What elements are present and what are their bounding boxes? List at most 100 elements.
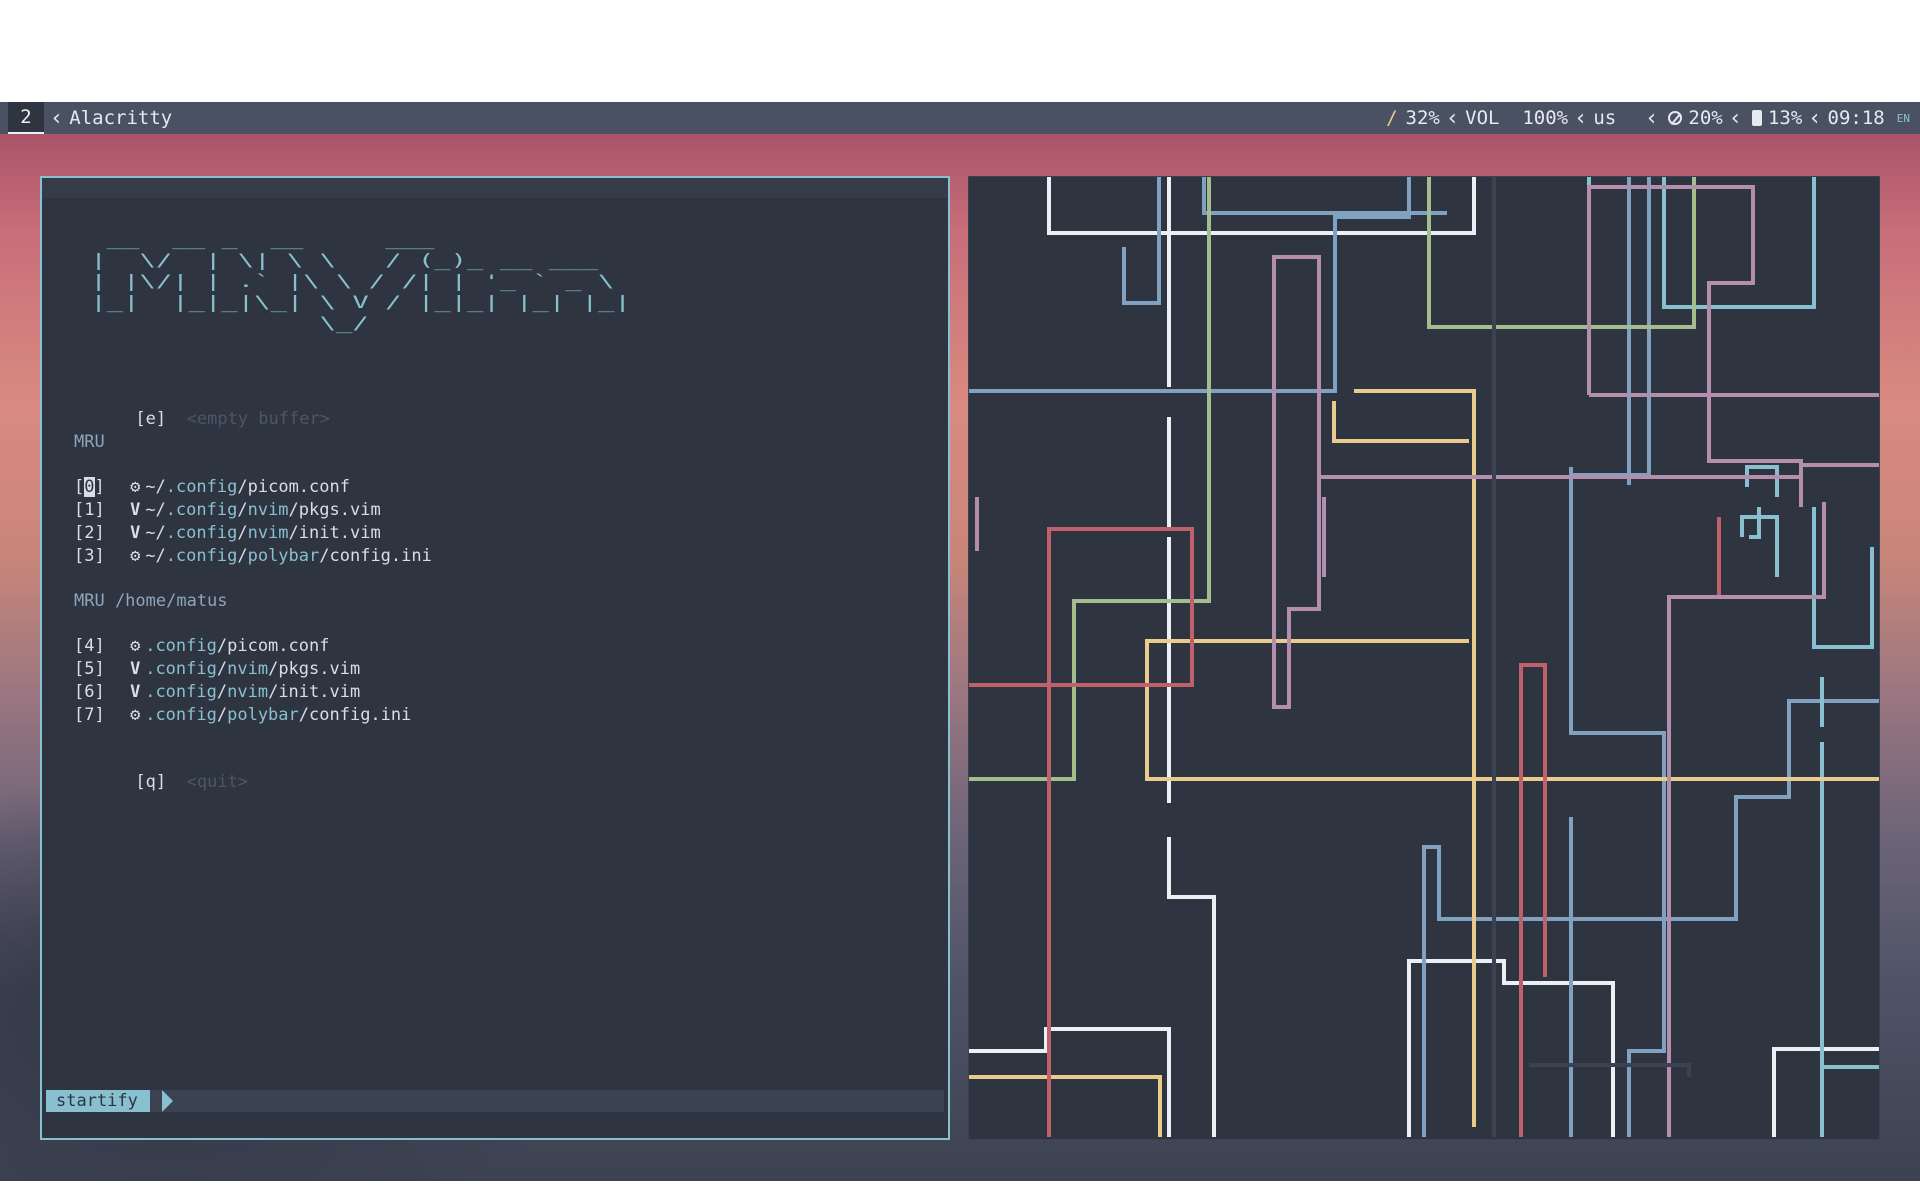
nvim-statusline: startify (46, 1090, 944, 1112)
path-dir: polybar (247, 546, 320, 566)
pipe-red (1492, 517, 1721, 1137)
mru-home-header: MRU /home/matus (74, 591, 228, 611)
chevron-left-icon: ‹ (50, 105, 64, 131)
gear-icon: ⚙ (130, 546, 141, 566)
cpu-icon: / (1386, 107, 1398, 129)
item-key: [6] (74, 682, 105, 702)
home-item-5[interactable]: [5] V .config/nvim/pkgs.vim (74, 658, 360, 680)
polybar-top: 2 ‹ Alacritty / 32% ‹ VOL 100% ‹ us ‹ 20… (0, 102, 1920, 134)
pipe-yellow (969, 1075, 1162, 1137)
pipe-blue (969, 177, 1411, 393)
path-file: init.vim (298, 523, 381, 543)
text-cursor: 0 (84, 477, 95, 497)
pipe-cyan (1820, 677, 1879, 1137)
item-key: [1] (74, 500, 105, 520)
path-dir: nvim (227, 659, 269, 679)
path-dir: .config (145, 682, 217, 702)
nvim-ascii-logo: __ __ _ __ ___ | \/ | \| \ \ / (_)_ __ _… (90, 230, 631, 334)
path-dir: .config (165, 477, 238, 497)
home-item-4[interactable]: [4] ⚙ .config/picom.conf (74, 635, 329, 657)
chevron-left-icon: ‹ (1445, 105, 1460, 131)
path-file: pkgs.vim (278, 659, 361, 679)
mode-indicator: startify (46, 1090, 150, 1112)
vim-icon: V (130, 500, 141, 520)
path-dir: .config (145, 659, 217, 679)
gear-icon: ⚙ (130, 705, 141, 725)
startify-quit[interactable]: [q] <quit> (74, 749, 248, 792)
path-file: init.vim (278, 682, 361, 702)
mode-separator-arrow (162, 1090, 173, 1112)
path-sep: / (237, 477, 248, 497)
desktop-screen: 2 ‹ Alacritty / 32% ‹ VOL 100% ‹ us ‹ 20… (0, 102, 1920, 1182)
path-dir: .config (165, 500, 238, 520)
path-file: config.ini (309, 705, 412, 725)
path-prefix: ~/ (145, 523, 166, 543)
empty-buffer-key: [e] (135, 409, 167, 429)
mru-item-1[interactable]: [1] V ~/.config/nvim/pkgs.vim (74, 499, 381, 521)
pipe-white (1407, 959, 1615, 1137)
key-bracket: [ (74, 477, 85, 497)
workspace-indicator[interactable]: 2 (8, 102, 44, 134)
volume-value[interactable]: 100% (1522, 107, 1568, 129)
startify-empty-buffer[interactable]: [e] <empty buffer> (74, 386, 330, 429)
brightness-icon (1668, 111, 1683, 125)
home-item-7[interactable]: [7] ⚙ .config/polybar/config.ini (74, 704, 411, 726)
item-key: [4] (74, 636, 105, 656)
item-key: [2] (74, 523, 105, 543)
pane-header-strip (42, 178, 948, 198)
mru-item-3[interactable]: [3] ⚙ ~/.config/polybar/config.ini (74, 545, 432, 567)
path-dir: nvim (247, 500, 289, 520)
key-bracket: ] (94, 477, 105, 497)
pipe-yellow (1332, 401, 1469, 443)
battery-value: 13% (1767, 107, 1803, 129)
home-item-6[interactable]: [6] V .config/nvim/init.vim (74, 681, 360, 703)
quit-label: <quit> (186, 772, 249, 792)
gear-icon: ⚙ (130, 477, 141, 497)
pipe-blue (1569, 467, 1666, 1137)
empty-buffer-label: <empty buffer> (186, 409, 330, 429)
pipe-white (969, 1027, 1171, 1137)
pipes-animation (969, 177, 1879, 1137)
mru-item-2[interactable]: [2] V ~/.config/nvim/init.vim (74, 522, 381, 544)
path-dir: polybar (227, 705, 299, 725)
path-dir: .config (145, 636, 217, 656)
path-prefix: ~/ (145, 500, 166, 520)
vim-icon: V (130, 659, 141, 679)
pipe-purple (1272, 255, 1879, 505)
workspace-number: 2 (20, 106, 32, 128)
path-prefix: ~/ (145, 477, 166, 497)
pipe-cyan (1587, 177, 1816, 309)
bar-modules: / 32% ‹ VOL 100% ‹ us ‹ 20% ‹ 13% ‹ 09:1… (1378, 106, 1920, 131)
pipe-yellow (1145, 639, 1879, 781)
pipe-blue (1569, 177, 1651, 497)
vim-icon: V (130, 523, 141, 543)
path-dir: .config (165, 523, 238, 543)
battery-icon (1751, 110, 1762, 126)
keyboard-layout[interactable]: us (1593, 107, 1616, 129)
pipe-blue (1122, 177, 1161, 305)
path-dir: nvim (227, 682, 269, 702)
chevron-left-icon: ‹ (1808, 105, 1822, 131)
volume-label[interactable]: VOL (1465, 107, 1499, 129)
cpu-value: 32% (1405, 107, 1440, 129)
gear-icon: ⚙ (130, 636, 141, 656)
item-key: [7] (74, 705, 105, 725)
chevron-left-icon: ‹ (1645, 105, 1659, 131)
item-key: [3] (74, 546, 105, 566)
vim-icon: V (130, 682, 141, 702)
terminal-pipes-pane[interactable] (968, 176, 1880, 1140)
pipe-white (1772, 1047, 1879, 1137)
path-file: picom.conf (247, 477, 350, 497)
pipe-yellow (1354, 389, 1476, 1127)
quit-key: [q] (135, 772, 167, 792)
clock: 09:18 (1827, 107, 1885, 129)
pipe-purple (975, 497, 1326, 577)
chevron-left-icon: ‹ (1728, 105, 1742, 131)
path-dir: nvim (247, 523, 289, 543)
terminal-nvim-pane[interactable]: __ __ _ __ ___ | \/ | \| \ \ / (_)_ __ _… (40, 176, 950, 1140)
pipe-blue (1569, 177, 1631, 1137)
language-badge[interactable]: EN (1897, 112, 1910, 125)
mru-item-0[interactable]: [0] ⚙ ~/.config/picom.conf (74, 476, 350, 498)
